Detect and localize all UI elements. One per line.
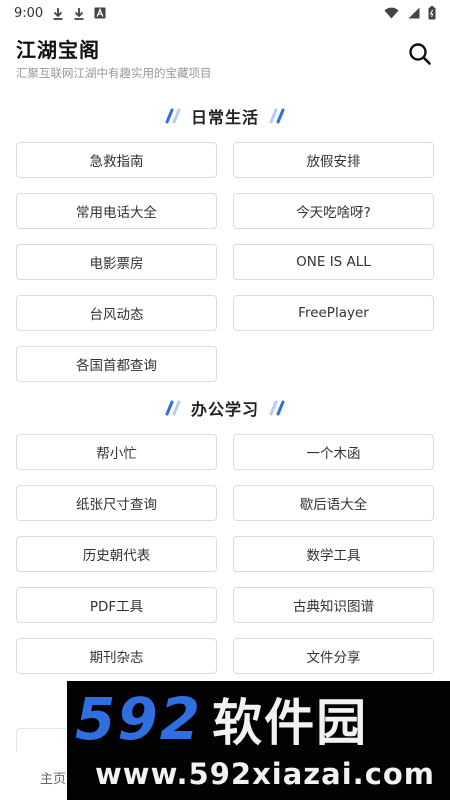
tool-tile-help-little[interactable]: 帮小忙 bbox=[16, 434, 217, 470]
tool-tile-holiday-schedule[interactable]: 放假安排 bbox=[233, 142, 434, 178]
watermark-digits: 592 bbox=[75, 685, 203, 753]
status-time: 9:00 bbox=[14, 5, 44, 21]
tool-tile-first-aid[interactable]: 急救指南 bbox=[16, 142, 217, 178]
tool-tile-paper-size[interactable]: 纸张尺寸查询 bbox=[16, 485, 217, 521]
nav-home-tab[interactable]: 主页 bbox=[40, 768, 66, 787]
section-header-daily-life: 日常生活 bbox=[0, 104, 450, 128]
tool-tile-box-office[interactable]: 电影票房 bbox=[16, 244, 217, 280]
section-title: 日常生活 bbox=[190, 108, 259, 127]
slash-decoration-icon bbox=[161, 400, 183, 416]
status-bar: 9:00 bbox=[0, 0, 450, 26]
notification-a-icon bbox=[94, 7, 106, 19]
tool-tile-pdf-tools[interactable]: PDF工具 bbox=[16, 587, 217, 623]
tool-tile-dynasties[interactable]: 历史朝代表 bbox=[16, 536, 217, 572]
tool-tile-xiehouyu[interactable]: 歇后语大全 bbox=[233, 485, 434, 521]
page-title: 江湖宝阁 bbox=[16, 38, 100, 62]
tool-tile-phone-directory[interactable]: 常用电话大全 bbox=[16, 193, 217, 229]
tool-tile-wooden-box[interactable]: 一个木函 bbox=[233, 434, 434, 470]
tool-tile-math-tools[interactable]: 数学工具 bbox=[233, 536, 434, 572]
watermark-url: www.592xiazai.com bbox=[95, 757, 436, 791]
tool-tile-what-to-eat[interactable]: 今天吃啥呀? bbox=[233, 193, 434, 229]
tool-tile-file-share[interactable]: 文件分享 bbox=[233, 638, 434, 674]
tool-tile-typhoon[interactable]: 台风动态 bbox=[16, 295, 217, 331]
slash-decoration-icon bbox=[161, 108, 183, 124]
page-subtitle: 汇聚互联网江湖中有趣实用的宝藏项目 bbox=[16, 66, 212, 80]
wifi-icon bbox=[384, 7, 399, 19]
section-title: 办公学习 bbox=[190, 400, 259, 419]
download-icon bbox=[52, 7, 64, 20]
search-icon bbox=[408, 42, 432, 70]
slash-decoration-icon bbox=[267, 400, 289, 416]
watermark-text: 软件园 bbox=[212, 694, 369, 752]
tool-tile-classics-graph[interactable]: 古典知识图谱 bbox=[233, 587, 434, 623]
section-header-office-study: 办公学习 bbox=[0, 396, 450, 420]
tool-tile-capitals[interactable]: 各国首都查询 bbox=[16, 346, 217, 382]
tool-tile-freeplayer[interactable]: FreePlayer bbox=[233, 295, 434, 331]
app-header: 江湖宝阁 汇聚互联网江湖中有趣实用的宝藏项目 bbox=[0, 30, 450, 84]
download-icon bbox=[73, 7, 85, 20]
tool-tile-journals[interactable]: 期刊杂志 bbox=[16, 638, 217, 674]
battery-icon bbox=[428, 6, 436, 20]
search-button[interactable] bbox=[404, 40, 436, 72]
signal-icon bbox=[407, 7, 420, 19]
slash-decoration-icon bbox=[267, 108, 289, 124]
watermark-logo: 592 软件园 www.592xiazai.com bbox=[67, 681, 450, 800]
tool-tile-one-is-all[interactable]: ONE IS ALL bbox=[233, 244, 434, 280]
